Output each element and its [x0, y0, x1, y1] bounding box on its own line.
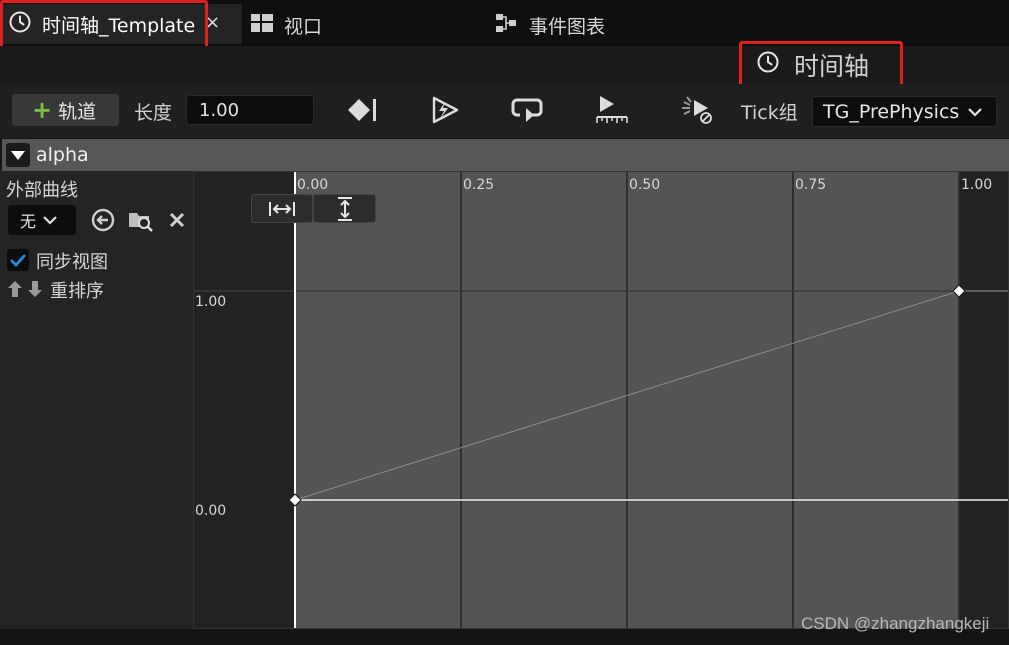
chevron-down-icon: [42, 211, 58, 230]
tick-group-label: Tick组: [741, 102, 798, 124]
external-curve-label: 外部曲线: [6, 180, 78, 201]
fit-horizontal-icon: [269, 201, 295, 216]
arrow-up-down-icon: [8, 281, 42, 297]
external-curve-value: 无: [20, 212, 37, 231]
browse-asset-icon[interactable]: [127, 206, 155, 234]
sync-view-checkbox[interactable]: [7, 249, 29, 271]
tab-event-graph[interactable]: 事件图表: [495, 6, 605, 44]
add-track-label: 轨道: [58, 100, 97, 123]
tab-event-graph-label: 事件图表: [529, 15, 606, 38]
use-selected-asset-icon[interactable]: [89, 206, 117, 234]
reorder-arrows[interactable]: [6, 279, 46, 299]
x-tick-label: 0.75: [795, 177, 826, 193]
track-properties-panel: [0, 171, 193, 629]
y-tick-label: 1.00: [195, 294, 226, 310]
chevron-down-icon: [967, 101, 983, 123]
length-input[interactable]: [186, 95, 314, 125]
replicated-icon[interactable]: [592, 92, 632, 128]
watermark-text: CSDN @zhangzhangkeji: [801, 614, 990, 633]
clear-icon[interactable]: [163, 206, 191, 234]
curve-graph[interactable]: 0.00 0.25 0.50 0.75 1.00 1.00 0.00: [193, 171, 1009, 629]
highlight-box-title: [739, 41, 903, 87]
sync-view-label: 同步视图: [36, 252, 108, 273]
y-tick-label: 0.00: [195, 503, 226, 519]
ignore-time-dilation-icon[interactable]: [676, 92, 716, 128]
x-tick-label: 0.25: [463, 177, 494, 193]
fit-vertical-icon: [337, 196, 352, 221]
loop-icon[interactable]: [508, 92, 548, 128]
x-tick-label: 0.50: [629, 177, 660, 193]
zoom-to-fit-vertical-button[interactable]: [313, 194, 376, 223]
autoplay-icon[interactable]: [424, 92, 464, 128]
x-tick-label: 1.00: [961, 177, 992, 193]
plus-icon: +: [32, 96, 53, 124]
external-curve-select[interactable]: 无: [8, 205, 76, 235]
x-tick-label: 0.00: [297, 177, 328, 193]
tick-group-select[interactable]: TG_PrePhysics: [812, 96, 997, 127]
length-label: 长度: [134, 102, 173, 124]
zoom-to-fit-horizontal-button[interactable]: [251, 194, 313, 223]
track-name: alpha: [36, 144, 89, 166]
reorder-label: 重排序: [50, 281, 104, 302]
add-track-button[interactable]: + 轨道: [12, 94, 119, 126]
tab-viewport[interactable]: 视口: [250, 6, 322, 44]
node-graph-icon: [495, 12, 517, 39]
use-last-keyframe-icon[interactable]: [342, 92, 382, 128]
track-header: [2, 139, 1009, 171]
collapse-track-icon[interactable]: [6, 143, 30, 167]
tab-viewport-label: 视口: [284, 15, 323, 38]
tick-group-value: TG_PrePhysics: [823, 100, 960, 123]
viewport-grid-icon: [250, 13, 274, 38]
